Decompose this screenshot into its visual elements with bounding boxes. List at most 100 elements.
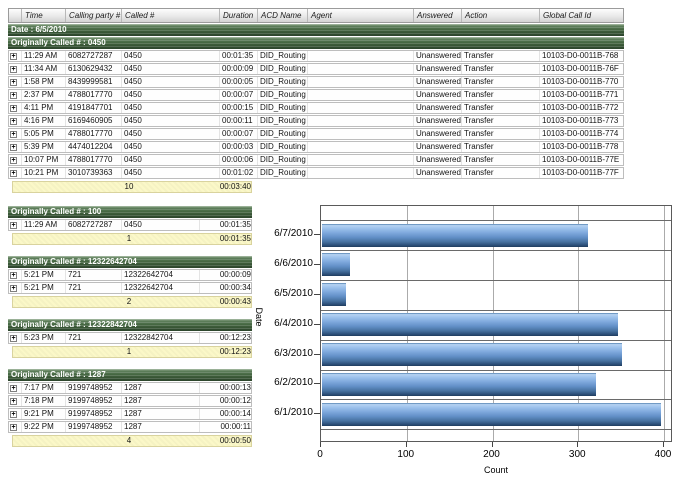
expand-row-button[interactable]: +: [10, 398, 17, 405]
cell-duration: 00:00:14: [199, 409, 253, 419]
summary-count: 2: [67, 297, 191, 307]
cell-acd-name: DID_Routing: [257, 129, 307, 139]
expand-row-button[interactable]: +: [10, 424, 17, 431]
expand-row-button[interactable]: +: [10, 222, 17, 229]
cell-time: 1:58 PM: [21, 77, 65, 87]
cell-duration: 00:00:12: [199, 396, 253, 406]
cell-calling-party: 4788017770: [65, 155, 121, 165]
cell-global-call-id: 10103-D0-0011B-770: [539, 77, 625, 87]
table-row: +10:07 PM4788017770045000:00:06DID_Routi…: [8, 154, 624, 166]
group-rows: +11:29 AM6082727287045000:01:35DID_Routi…: [8, 50, 624, 193]
expander-cell: +: [9, 90, 21, 100]
calls-per-date-bar-chart: Date Count 01002003004006/7/20106/6/2010…: [250, 200, 676, 485]
expand-row-button[interactable]: +: [10, 170, 17, 177]
expand-row-button[interactable]: +: [10, 335, 17, 342]
cell-called: 0450: [121, 116, 219, 126]
expander-cell: +: [9, 77, 21, 87]
gridline-horizontal: [321, 429, 671, 430]
table-row: +5:39 PM4474012204045000:00:03DID_Routin…: [8, 141, 624, 153]
expand-row-button[interactable]: +: [10, 92, 17, 99]
cell-time: 9:21 PM: [21, 409, 65, 419]
table-row: +9:21 PM9199748952128700:00:14: [8, 408, 252, 420]
cell-duration: 00:00:11: [199, 422, 253, 432]
table-row: +4:11 PM4191847701045000:00:15DID_Routin…: [8, 102, 624, 114]
cell-calling-party: 6130629432: [65, 64, 121, 74]
summary-spacer: [13, 297, 67, 307]
cell-action: Transfer: [461, 116, 539, 126]
call-report-table: TimeCalling party #Called #DurationACD N…: [8, 8, 624, 193]
cell-calling-party: 9199748952: [65, 383, 121, 393]
expander-cell: +: [9, 142, 21, 152]
cell-action: Transfer: [461, 103, 539, 113]
cell-global-call-id: 10103-D0-0011B-77E: [539, 155, 625, 165]
chart-bar: [322, 224, 588, 247]
cell-called: 1287: [121, 396, 199, 406]
summary-row: 1000:03:40: [12, 181, 252, 193]
cell-action: Transfer: [461, 90, 539, 100]
expand-row-button[interactable]: +: [10, 66, 17, 73]
gridline-horizontal: [321, 280, 671, 281]
lower-call-groups: Originally Called # : 100+11:29 AM608272…: [8, 205, 252, 458]
gridline-horizontal: [321, 310, 671, 311]
cell-calling-party: 721: [65, 270, 121, 280]
cell-answered: Unanswered: [413, 64, 461, 74]
expand-row-button[interactable]: +: [10, 385, 17, 392]
group-band: Originally Called # : 100: [8, 206, 252, 218]
cell-called: 1287: [121, 383, 199, 393]
expander-cell: +: [9, 270, 21, 280]
cell-global-call-id: 10103-D0-0011B-774: [539, 129, 625, 139]
cell-calling-party: 6169460905: [65, 116, 121, 126]
expander-cell: +: [9, 155, 21, 165]
cell-called: 1287: [121, 422, 199, 432]
cell-duration: 00:00:05: [219, 77, 257, 87]
expand-row-button[interactable]: +: [10, 105, 17, 112]
cell-action: Transfer: [461, 168, 539, 178]
summary-duration: 00:00:43: [191, 297, 253, 307]
expand-row-button[interactable]: +: [10, 53, 17, 60]
cell-called: 0450: [121, 51, 219, 61]
expand-row-button[interactable]: +: [10, 118, 17, 125]
cell-calling-party: 3010739363: [65, 168, 121, 178]
table-row: +4:16 PM6169460905045000:00:11DID_Routin…: [8, 115, 624, 127]
expander-cell: +: [9, 333, 21, 343]
expand-row-button[interactable]: +: [10, 285, 17, 292]
expand-row-button[interactable]: +: [10, 272, 17, 279]
cell-answered: Unanswered: [413, 51, 461, 61]
cell-calling-party: 9199748952: [65, 409, 121, 419]
y-tick-label: 6/7/2010: [250, 228, 313, 239]
chart-bar: [322, 373, 596, 396]
cell-global-call-id: 10103-D0-0011B-768: [539, 51, 625, 61]
table-row: +7:18 PM9199748952128700:00:12: [8, 395, 252, 407]
y-axis-tick: [314, 413, 320, 414]
cell-agent: [307, 129, 413, 139]
expand-row-button[interactable]: +: [10, 79, 17, 86]
cell-time: 11:29 AM: [21, 51, 65, 61]
expand-row-button[interactable]: +: [10, 144, 17, 151]
expand-row-button[interactable]: +: [10, 411, 17, 418]
call-group: Originally Called # : 12322642704+5:21 P…: [8, 256, 252, 308]
expander-cell: +: [9, 168, 21, 178]
cell-called: 0450: [121, 90, 219, 100]
cell-called: 12322642704: [121, 270, 199, 280]
y-tick-label: 6/1/2010: [250, 407, 313, 418]
cell-global-call-id: 10103-D0-0011B-778: [539, 142, 625, 152]
cell-called: 0450: [121, 142, 219, 152]
gridline-horizontal: [321, 220, 671, 221]
cell-agent: [307, 116, 413, 126]
expand-row-button[interactable]: +: [10, 157, 17, 164]
summary-row: 200:00:43: [12, 296, 252, 308]
y-tick-label: 6/2/2010: [250, 377, 313, 388]
cell-called: 0450: [121, 77, 219, 87]
cell-action: Transfer: [461, 129, 539, 139]
cell-answered: Unanswered: [413, 116, 461, 126]
column-header-action: Action: [461, 9, 539, 22]
summary-spacer: [13, 182, 67, 192]
cell-calling-party: 6082727287: [65, 51, 121, 61]
cell-agent: [307, 51, 413, 61]
cell-agent: [307, 155, 413, 165]
summary-duration: 00:03:40: [191, 182, 253, 192]
summary-count: 1: [67, 234, 191, 244]
cell-calling-party: 9199748952: [65, 396, 121, 406]
expand-row-button[interactable]: +: [10, 131, 17, 138]
summary-row: 100:12:23: [12, 346, 252, 358]
